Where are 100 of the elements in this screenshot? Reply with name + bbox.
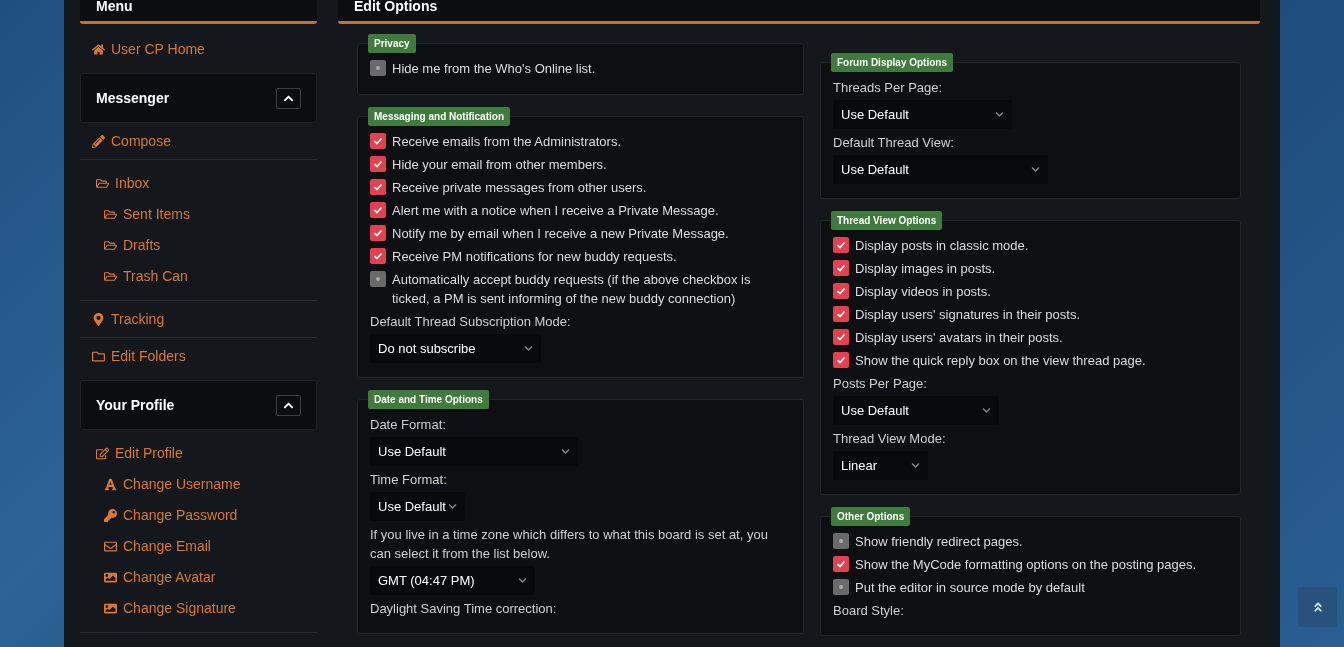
checkbox-label: Notify me by email when I receive a new Private Message. [392, 225, 729, 243]
menu-link[interactable]: Tracking [80, 301, 317, 338]
checkbox[interactable] [370, 60, 386, 76]
menu-link[interactable]: Edit Profile [80, 438, 317, 469]
field-label: Threads Per Page: [833, 79, 944, 97]
field-label: Default Thread View: [833, 134, 955, 152]
checkbox[interactable] [833, 533, 849, 549]
menu-link[interactable]: Change Avatar [80, 562, 317, 593]
field-label: Daylight Saving Time correction: [370, 600, 558, 618]
menu-link[interactable]: Drafts [80, 230, 317, 261]
menu-link[interactable]: Sent Items [80, 199, 317, 230]
section-legend: Privacy [368, 34, 416, 53]
select-field[interactable]: GMT (04:47 PM) [370, 566, 535, 595]
checkbox[interactable] [370, 133, 386, 149]
checkbox-label: Put the editor in source mode by default [855, 579, 1085, 597]
select-field[interactable]: Use Default [370, 492, 465, 521]
check-icon [836, 286, 846, 296]
dot-icon [839, 539, 843, 543]
checkbox[interactable] [370, 271, 386, 287]
folder-icon [104, 238, 117, 252]
dot-icon [376, 66, 380, 70]
check-icon [836, 332, 846, 342]
caret-icon [1031, 165, 1040, 174]
select-field[interactable]: Use Default [833, 396, 999, 425]
checkbox[interactable] [833, 579, 849, 595]
check-icon [373, 182, 383, 192]
checkbox-label: Hide your email from other members. [392, 156, 607, 174]
section-title: Your Profile [96, 397, 175, 413]
checkbox[interactable] [833, 556, 849, 572]
caret-icon [518, 576, 527, 585]
select-field[interactable]: Do not subscribe [370, 334, 541, 363]
caret-icon [911, 461, 920, 470]
checkbox[interactable] [370, 179, 386, 195]
section-legend: Forum Display Options [831, 53, 953, 72]
edit-icon [96, 446, 109, 460]
caret-icon [561, 447, 570, 456]
checkbox-label: Receive PM notifications for new buddy requests. [392, 248, 677, 266]
image-icon [104, 601, 117, 615]
check-icon [373, 136, 383, 146]
menu-link[interactable]: Edit Folders [80, 338, 317, 374]
field-label: If you live in a time zone which differs to what this board is set at, you can select it from the list below. [370, 526, 769, 563]
dot-icon [839, 585, 843, 589]
select-field[interactable]: Use Default [833, 100, 1012, 129]
check-icon [373, 159, 383, 169]
checkbox-label: Receive emails from the Administrators. [392, 133, 622, 151]
checkbox[interactable] [833, 260, 849, 276]
checkbox-label: Display users' signatures in their posts. [855, 306, 1081, 324]
select-field[interactable]: Use Default [370, 437, 578, 466]
folder-icon [104, 269, 117, 283]
checkbox[interactable] [833, 352, 849, 368]
check-icon [373, 251, 383, 261]
checkbox-label: Display posts in classic mode. [855, 237, 1029, 255]
checkbox-label: Show the quick reply box on the view thread page. [855, 352, 1146, 370]
section-legend: Other Options [831, 507, 911, 526]
menu-link[interactable]: User CP Home [80, 24, 317, 67]
scroll-top-button[interactable] [1298, 587, 1337, 627]
double-chevron-up-icon [1311, 601, 1324, 613]
check-icon [836, 559, 846, 569]
checkbox-label: Show the MyCode formatting options on the posting pages. [855, 556, 1197, 574]
caret-icon [995, 110, 1004, 119]
checkbox[interactable] [370, 225, 386, 241]
panel-header: Edit Options [338, 0, 1260, 24]
check-icon [373, 205, 383, 215]
checkbox-label: Display users' avatars in their posts. [855, 329, 1063, 347]
collapse-button[interactable] [276, 87, 301, 109]
folder-icon [96, 176, 109, 190]
check-icon [836, 263, 846, 273]
section-legend: Thread View Options [831, 211, 943, 230]
check-icon [373, 228, 383, 238]
checkbox[interactable] [370, 156, 386, 172]
checkbox-label: Hide me from the Who's Online list. [392, 60, 596, 78]
menu-link[interactable]: Change Username [80, 469, 317, 500]
checkbox[interactable] [833, 237, 849, 253]
folder-icon [92, 349, 105, 363]
folder-icon [104, 207, 117, 221]
select-field[interactable]: Linear [833, 451, 928, 480]
checkbox[interactable] [833, 306, 849, 322]
checkbox-label: Show friendly redirect pages. [855, 533, 1023, 551]
check-icon [836, 240, 846, 250]
menu-link[interactable]: Change Email [80, 531, 317, 562]
checkbox[interactable] [370, 202, 386, 218]
dot-icon [376, 277, 380, 281]
menu-link[interactable]: Trash Can [80, 261, 317, 292]
select-field[interactable]: Use Default [833, 155, 1048, 184]
envelope-icon [104, 539, 117, 553]
collapse-button[interactable] [276, 394, 301, 416]
field-label: Date Format: [370, 416, 447, 434]
menu-link[interactable]: Change Password [80, 500, 317, 531]
letter-icon [104, 477, 117, 491]
field-label: Thread View Mode: [833, 430, 947, 448]
section-legend: Messaging and Notification [368, 107, 510, 126]
home-icon [92, 42, 105, 56]
menu-link[interactable]: Inbox [80, 168, 317, 199]
menu-link[interactable]: Change Signature [80, 593, 317, 624]
checkbox-label: Display videos in posts. [855, 283, 991, 301]
checkbox[interactable] [370, 248, 386, 264]
checkbox-label: Display images in posts. [855, 260, 996, 278]
checkbox[interactable] [833, 283, 849, 299]
menu-link[interactable]: Compose [80, 123, 317, 160]
checkbox[interactable] [833, 329, 849, 345]
